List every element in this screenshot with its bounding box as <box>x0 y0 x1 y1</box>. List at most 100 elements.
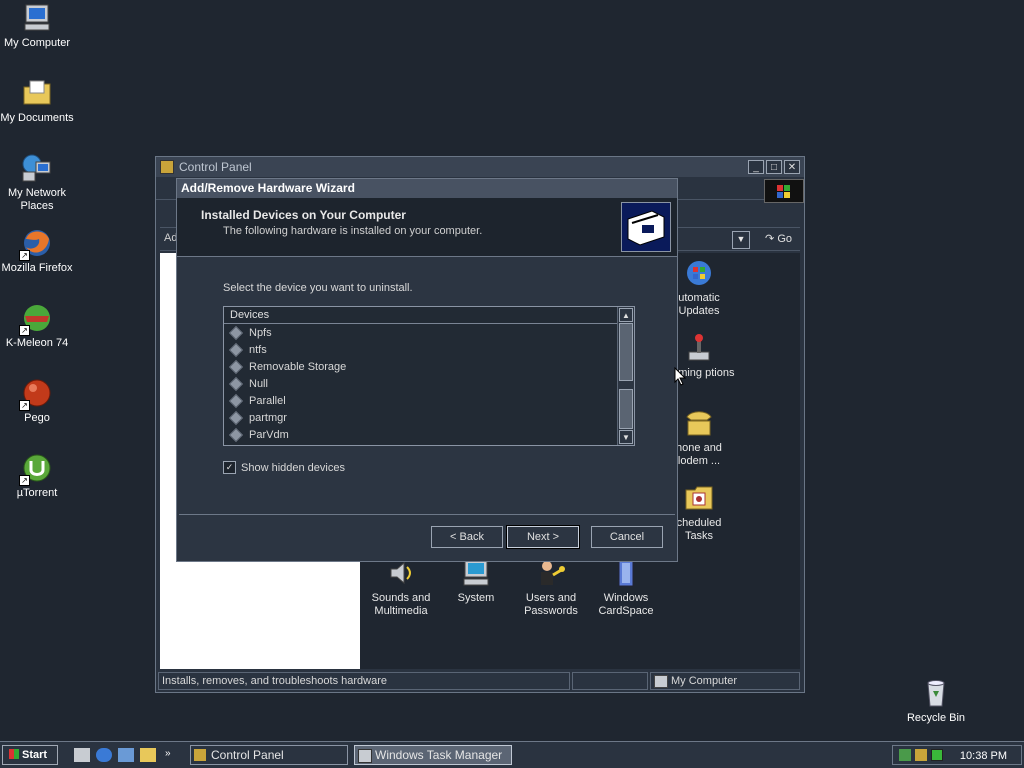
go-label: Go <box>777 233 792 245</box>
device-row[interactable]: ParVdm <box>224 426 634 443</box>
device-icon <box>228 325 244 340</box>
desktop-icon-k-meleon[interactable]: ↗ K-Meleon 74 <box>0 302 74 350</box>
taskbar-item-task-manager[interactable]: Windows Task Manager <box>354 745 512 765</box>
desktop-icon-label: My Computer <box>3 37 71 49</box>
devices-list[interactable]: Devices Npfs ntfs Removable Storage Null Par… <box>223 306 635 446</box>
back-button[interactable]: < Back <box>431 526 503 548</box>
show-hidden-devices-option[interactable]: ✓ Show hidden devices <box>223 461 345 474</box>
show-hidden-devices-label: Show hidden devices <box>241 461 345 474</box>
status-zone-label: My Computer <box>671 675 738 687</box>
clock[interactable]: 10:38 PM <box>960 750 1007 762</box>
computer-icon <box>21 2 53 34</box>
desktop-icon-label: Mozilla Firefox <box>1 262 73 274</box>
control-panel-titlebar[interactable]: Control Panel _ □ ✕ <box>156 157 804 177</box>
task-manager-icon <box>358 749 372 763</box>
device-row[interactable]: Null <box>224 375 634 392</box>
device-label: Null <box>249 377 268 390</box>
quicklaunch-more-icon[interactable]: » <box>165 748 181 762</box>
desktop-icon-recycle-bin[interactable]: Recycle Bin <box>899 677 973 725</box>
show-desktop-icon[interactable] <box>74 748 90 762</box>
shortcut-arrow-icon: ↗ <box>19 325 30 336</box>
devices-column-header[interactable]: Devices <box>224 307 618 324</box>
network-icon <box>21 152 53 184</box>
scroll-down-button[interactable]: ▼ <box>619 430 633 444</box>
cp-item-system[interactable]: System <box>439 557 513 605</box>
shortcut-arrow-icon: ↗ <box>19 475 30 486</box>
outlook-express-icon[interactable] <box>118 748 134 762</box>
printer-tray-icon[interactable] <box>915 749 927 761</box>
search-icon[interactable] <box>140 748 156 762</box>
taskbar-item-control-panel[interactable]: Control Panel <box>190 745 348 765</box>
desktop-icon-label: My Documents <box>0 112 74 124</box>
device-row[interactable]: Parallel <box>224 392 634 409</box>
taskbar-item-label: Windows Task Manager <box>375 748 503 762</box>
control-panel-icon <box>160 160 174 174</box>
show-hidden-devices-checkbox[interactable]: ✓ <box>223 461 236 474</box>
wizard-titlebar[interactable]: Add/Remove Hardware Wizard <box>177 179 677 198</box>
shortcut-arrow-icon: ↗ <box>19 400 30 411</box>
scroll-track[interactable] <box>619 389 633 429</box>
next-button[interactable]: Next > <box>506 525 580 549</box>
scroll-up-button[interactable]: ▲ <box>619 308 633 322</box>
start-label: Start <box>22 749 48 761</box>
cp-item-label: Users and Passwords <box>524 592 578 617</box>
network-tray-icon[interactable] <box>899 749 911 761</box>
hardware-card-icon <box>621 202 671 252</box>
desktop-icon-firefox[interactable]: ↗ Mozilla Firefox <box>0 227 74 275</box>
desktop-icon-my-network-places[interactable]: My Network Places <box>0 152 74 213</box>
scroll-thumb[interactable] <box>619 323 633 381</box>
cp-item-label: Sounds and Multimedia <box>371 592 431 617</box>
wizard-separator <box>179 514 675 515</box>
device-icon <box>228 410 244 425</box>
minimize-button[interactable]: _ <box>748 160 764 174</box>
recycle-bin-icon <box>920 677 952 709</box>
internet-explorer-icon[interactable] <box>96 748 112 762</box>
desktop-icon-pego[interactable]: ↗ Pego <box>0 377 74 425</box>
device-label: Parallel <box>249 394 286 407</box>
cp-item-label: Windows CardSpace <box>598 592 654 617</box>
folder-icon <box>21 77 53 109</box>
desktop-icon-label: Pego <box>24 412 50 424</box>
task-manager-tray-icon[interactable] <box>931 749 943 761</box>
wizard-prompt: Select the device you want to uninstall. <box>223 282 413 294</box>
wizard-header: Installed Devices on Your Computer The f… <box>177 198 677 257</box>
close-button[interactable]: ✕ <box>784 160 800 174</box>
windows-flag-icon <box>9 749 19 759</box>
status-bar: Installs, removes, and troubleshoots har… <box>158 672 802 690</box>
mouse-cursor-icon <box>674 367 686 386</box>
address-dropdown-button[interactable]: ▼ <box>732 231 750 249</box>
desktop-icon-my-computer[interactable]: My Computer <box>0 2 74 50</box>
device-label: ParVdm <box>249 428 289 441</box>
wizard-subheading: The following hardware is installed on y… <box>223 225 483 237</box>
pego-icon: ↗ <box>19 377 53 411</box>
start-button[interactable]: Start <box>2 745 58 765</box>
add-remove-hardware-wizard: Add/Remove Hardware Wizard Installed Dev… <box>176 178 678 562</box>
device-row[interactable]: Npfs <box>224 324 634 341</box>
desktop-icon-utorrent[interactable]: ↗ µTorrent <box>0 452 74 500</box>
go-button[interactable]: ↷ Go <box>765 232 792 245</box>
desktop-icon-label: My Network Places <box>7 187 67 212</box>
cp-item-sounds-and-multimedia[interactable]: Sounds and Multimedia <box>364 557 438 618</box>
maximize-button[interactable]: □ <box>766 160 782 174</box>
cp-item-users-and-passwords[interactable]: Users and Passwords <box>514 557 588 618</box>
devices-scrollbar[interactable]: ▲ ▼ <box>617 307 634 445</box>
desktop-icon-my-documents[interactable]: My Documents <box>0 77 74 125</box>
device-row[interactable]: partmgr <box>224 409 634 426</box>
taskbar: Start » Control Panel Windows Task Manag… <box>0 741 1024 768</box>
device-icon <box>228 427 244 442</box>
device-label: partmgr <box>249 411 287 424</box>
cp-item-windows-cardspace[interactable]: Windows CardSpace <box>589 557 663 618</box>
windows-logo-icon <box>764 179 804 203</box>
device-icon <box>228 342 244 357</box>
cancel-button[interactable]: Cancel <box>591 526 663 548</box>
status-empty-cell <box>572 672 648 690</box>
desktop-icon-label: Recycle Bin <box>906 712 966 724</box>
wizard-heading: Installed Devices on Your Computer <box>201 208 406 222</box>
shortcut-arrow-icon: ↗ <box>19 250 30 261</box>
device-row[interactable]: Removable Storage <box>224 358 634 375</box>
device-icon <box>228 393 244 408</box>
window-title: Control Panel <box>179 160 252 174</box>
device-icon <box>228 359 244 374</box>
device-row[interactable]: ntfs <box>224 341 634 358</box>
system-tray: 10:38 PM <box>892 745 1022 765</box>
